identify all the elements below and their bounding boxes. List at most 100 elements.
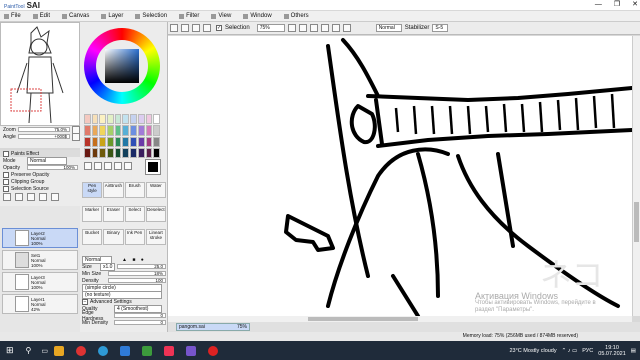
color-swatch[interactable] bbox=[107, 147, 114, 158]
color-swatch[interactable] bbox=[84, 114, 91, 125]
color-swatch[interactable] bbox=[153, 125, 160, 136]
tool-button[interactable]: Select bbox=[124, 205, 145, 222]
color-swatch[interactable] bbox=[122, 114, 130, 125]
menu-selection[interactable]: Selection bbox=[131, 13, 175, 19]
color-swatch[interactable] bbox=[107, 136, 114, 147]
new-layer-icon[interactable] bbox=[3, 192, 11, 201]
zoom-icon[interactable] bbox=[94, 162, 102, 170]
menu-window[interactable]: Window bbox=[239, 13, 279, 19]
opera-icon[interactable] bbox=[76, 345, 87, 356]
color-swatch[interactable] bbox=[145, 147, 153, 158]
merge-down-icon[interactable] bbox=[39, 192, 47, 201]
color-swatch[interactable] bbox=[153, 114, 160, 125]
app-circle-icon[interactable] bbox=[208, 345, 219, 356]
redo-icon[interactable] bbox=[181, 24, 189, 32]
color-swatch[interactable] bbox=[130, 136, 137, 147]
selection-visible-checkbox[interactable]: ✓ bbox=[216, 25, 222, 31]
color-swatch[interactable] bbox=[107, 114, 114, 125]
color-swatches[interactable] bbox=[84, 114, 160, 158]
tool-button[interactable]: Water bbox=[145, 182, 166, 198]
vertical-scrollbar[interactable] bbox=[632, 36, 640, 316]
size-multiplier[interactable]: x1.0 bbox=[100, 262, 116, 271]
color-swatch[interactable] bbox=[84, 136, 91, 147]
color-swatch[interactable] bbox=[153, 147, 160, 158]
primary-color-swatch[interactable] bbox=[145, 159, 161, 175]
app-red-icon[interactable] bbox=[164, 345, 175, 356]
tool-button[interactable]: Eraser bbox=[103, 205, 124, 222]
color-swatch[interactable] bbox=[107, 125, 114, 136]
telegram-icon[interactable] bbox=[98, 345, 109, 356]
rotate-icon[interactable] bbox=[104, 162, 112, 170]
tool-button[interactable]: Lineart stroke bbox=[145, 229, 166, 246]
brush-texture-select[interactable]: (no texture) bbox=[82, 290, 162, 299]
zoom-slider[interactable]: 75.0% bbox=[17, 127, 70, 132]
rotate-left-icon[interactable] bbox=[309, 24, 318, 32]
app-purple-icon[interactable] bbox=[186, 345, 197, 356]
color-swatch[interactable] bbox=[130, 114, 137, 125]
windows-start-icon[interactable]: ⊞ bbox=[6, 345, 14, 356]
color-swatch[interactable] bbox=[137, 114, 145, 125]
flip-icon[interactable] bbox=[342, 24, 351, 32]
selection-source-checkbox[interactable] bbox=[3, 185, 9, 192]
language-indicator[interactable]: РУС bbox=[582, 348, 593, 354]
notifications-icon[interactable]: ▤ bbox=[631, 348, 636, 354]
color-swatch[interactable] bbox=[91, 125, 99, 136]
tool-button[interactable]: Bucket bbox=[82, 229, 103, 246]
mode-select[interactable]: Normal bbox=[27, 156, 67, 165]
minimize-button[interactable]: — bbox=[595, 0, 602, 10]
rotate-right-icon[interactable] bbox=[320, 24, 329, 32]
color-swatch[interactable] bbox=[99, 114, 107, 125]
zoom-select[interactable]: 75% bbox=[256, 24, 285, 32]
color-swatch[interactable] bbox=[122, 136, 130, 147]
app-blue-icon[interactable] bbox=[120, 345, 131, 356]
select-arrow-icon[interactable] bbox=[84, 162, 92, 170]
color-swatch[interactable] bbox=[114, 136, 122, 147]
color-swatch[interactable] bbox=[145, 136, 153, 147]
preserve-opacity-checkbox[interactable] bbox=[3, 171, 9, 178]
document-tab[interactable]: pangom.sai 75% bbox=[176, 323, 250, 331]
color-swatch[interactable] bbox=[130, 147, 137, 158]
color-swatch[interactable] bbox=[122, 147, 130, 158]
layer-item[interactable]: Set1 Normal 100% bbox=[2, 250, 78, 270]
color-swatch[interactable] bbox=[137, 125, 145, 136]
angle-reset-icon[interactable] bbox=[72, 132, 80, 141]
menu-others[interactable]: Others bbox=[280, 13, 317, 19]
menu-edit[interactable]: Edit bbox=[29, 13, 58, 19]
opacity-slider[interactable]: 100% bbox=[27, 165, 78, 170]
color-swatch[interactable] bbox=[84, 147, 91, 158]
tool-button[interactable]: Deselect bbox=[145, 205, 166, 222]
menu-canvas[interactable]: Canvas bbox=[58, 13, 97, 19]
advanced-settings-toggle[interactable]: − bbox=[82, 298, 88, 305]
tool-button[interactable]: Ink Pen bbox=[124, 229, 145, 246]
menu-view[interactable]: View bbox=[207, 13, 239, 19]
min-density-slider[interactable]: 0 bbox=[114, 320, 166, 325]
brush-tip-shapes-icon[interactable]: ▲ ■ ● bbox=[122, 257, 146, 263]
color-swatch[interactable] bbox=[145, 125, 153, 136]
paints-effect-toggle[interactable] bbox=[3, 150, 9, 157]
size-slider[interactable]: 25.0 bbox=[117, 264, 166, 269]
clock[interactable]: 19:10 05.07.2021 bbox=[598, 345, 626, 357]
color-swatch[interactable] bbox=[114, 125, 122, 136]
close-button[interactable]: ✕ bbox=[632, 0, 638, 10]
tray-icons[interactable]: ⌃ ♪ ▭ bbox=[562, 348, 578, 354]
task-view-icon[interactable]: ▭ bbox=[41, 347, 48, 355]
reset-rotation-icon[interactable] bbox=[331, 24, 340, 32]
copy-layer-icon[interactable] bbox=[27, 192, 35, 201]
saturation-value-square[interactable] bbox=[105, 49, 139, 83]
color-swatch[interactable] bbox=[99, 125, 107, 136]
menu-file[interactable]: File bbox=[0, 13, 29, 19]
density-slider[interactable]: 100 bbox=[108, 278, 166, 283]
tool-button[interactable]: Pen style bbox=[82, 182, 103, 198]
stabilizer-select[interactable]: S-5 bbox=[432, 24, 449, 32]
tool-button[interactable]: Marker bbox=[82, 205, 103, 222]
clipping-group-checkbox[interactable] bbox=[3, 178, 9, 185]
color-swatch[interactable] bbox=[99, 147, 107, 158]
color-swatch[interactable] bbox=[145, 114, 153, 125]
app-green-icon[interactable] bbox=[142, 345, 153, 356]
navigator-preview[interactable] bbox=[0, 22, 80, 126]
layer-item[interactable]: Layer1 Normal 42% bbox=[2, 294, 78, 314]
menu-filter[interactable]: Filter bbox=[175, 13, 207, 19]
color-swatch[interactable] bbox=[130, 125, 137, 136]
color-swatch[interactable] bbox=[84, 125, 91, 136]
tool-button[interactable]: Brush bbox=[124, 182, 145, 198]
